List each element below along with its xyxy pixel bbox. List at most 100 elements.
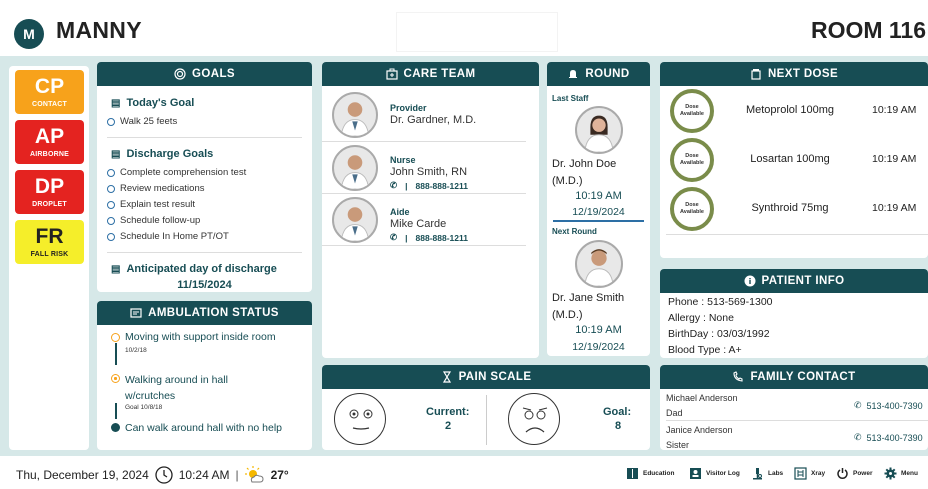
xray-button[interactable]: Xray (794, 467, 825, 480)
flag-fall-risk[interactable]: FR FALL RISK (15, 220, 84, 264)
phone-icon: ✆ (854, 400, 862, 410)
family-contact-header: FAMILY CONTACT (660, 365, 928, 389)
room-number: ROOM 116 (810, 17, 926, 43)
last-round-time: 10:19 AM (575, 190, 622, 202)
member-phone[interactable]: ✆ | 888-888-1211 (390, 180, 468, 191)
flag-code: AP (34, 125, 65, 148)
visitor-log-button[interactable]: Visitor Log (689, 467, 740, 480)
menu-button[interactable]: Menu (884, 467, 918, 480)
next-round-time: 10:19 AM (575, 324, 622, 336)
button-label: Labs (768, 470, 784, 477)
dose-name: Metoprolol 100mg (745, 104, 835, 116)
divider (553, 220, 644, 222)
discharge-item-text: Schedule In Home PT/OT (120, 231, 229, 242)
care-team-member[interactable]: Nurse John Smith, RN ✆ | 888-888-1211 (322, 142, 526, 194)
book-icon (627, 468, 638, 479)
doctor-avatar-icon (332, 197, 378, 243)
discharge-item[interactable]: Explain test result (107, 199, 195, 210)
message-icon (130, 308, 142, 318)
discharge-goals-heading: ▤ Discharge Goals (111, 148, 213, 160)
discharge-goals-title: Discharge Goals (126, 148, 214, 160)
discharge-item-text: Schedule follow-up (120, 215, 201, 226)
dose-time: 10:19 AM (872, 104, 917, 116)
contact-relation: Dad (666, 408, 683, 418)
status-dot-icon (111, 333, 120, 342)
discharge-item[interactable]: Review medications (107, 183, 204, 194)
goal-pain-label: Goal: (603, 406, 632, 418)
power-button[interactable]: Power (836, 467, 873, 480)
phone-number: 888-888-1211 (415, 180, 468, 191)
flag-droplet-precaution[interactable]: DP DROPLET (15, 170, 84, 214)
goal-item[interactable]: Walk 25 feets (107, 116, 177, 127)
member-role: Provider (390, 103, 427, 113)
dose-available-badge: Dose Available (670, 187, 714, 231)
family-contact-card: FAMILY CONTACT Michael Anderson Dad ✆ 513… (660, 365, 928, 450)
current-pain-label: Current: (426, 406, 470, 418)
education-button[interactable]: Education (626, 467, 674, 480)
last-staff-label: Last Staff (552, 94, 589, 103)
patient-allergy: Allergy : None (668, 312, 734, 324)
dose-time: 10:19 AM (872, 202, 917, 214)
discharge-item[interactable]: Schedule follow-up (107, 215, 200, 226)
xray-icon (794, 467, 807, 480)
pill-bottle-icon (751, 69, 761, 80)
labs-button[interactable]: Labs (751, 467, 783, 480)
contact-relation: Sister (666, 440, 690, 450)
ambulation-card: AMBULATION STATUS Moving with support in… (97, 301, 312, 450)
next-dose-header: NEXT DOSE (660, 62, 928, 86)
ambulation-header: AMBULATION STATUS (97, 301, 312, 325)
member-phone[interactable]: ✆ | 888-888-1211 (390, 232, 468, 243)
doctor-avatar-icon (332, 145, 378, 191)
ambulation-title: AMBULATION STATUS (148, 307, 279, 319)
button-label: Education (643, 470, 675, 477)
patient-info-header: PATIENT INFO (660, 269, 928, 293)
phone-icon: ✆ (390, 232, 398, 242)
bell-icon (569, 70, 578, 78)
care-team-member[interactable]: Provider Dr. Gardner, M.D. (322, 90, 526, 142)
pain-scale-card: PAIN SCALE Current: 2 Goal: 8 (322, 365, 650, 450)
contact-phone[interactable]: ✆ 513-400-7390 (854, 432, 923, 443)
goals-header: GOALS (97, 62, 312, 86)
sad-face-icon (508, 393, 560, 445)
last-staff-name: Dr. John Doe (M.D.) (552, 158, 617, 187)
dose-row[interactable]: Dose Available Losartan 100mg 10:19 AM (660, 136, 928, 185)
ambulation-item-text: Moving with support inside room (125, 331, 276, 343)
clock-icon (155, 466, 173, 484)
phone-icon: ✆ (854, 432, 862, 442)
status-dot-icon (111, 374, 120, 383)
todays-goal-heading: ▤ Today's Goal (111, 97, 194, 109)
divider (666, 420, 928, 421)
patient-name: MANNY (56, 17, 142, 43)
separator: | (405, 232, 408, 243)
discharge-item-text: Review medications (120, 183, 205, 194)
member-name: Mike Carde (390, 218, 447, 230)
discharge-item[interactable]: Schedule In Home PT/OT (107, 231, 229, 242)
phone-number: 513-400-7390 (866, 400, 923, 411)
ambulation-item-date: Goal 10/8/18 (125, 404, 163, 411)
gear-icon (884, 467, 897, 480)
member-role: Aide (390, 207, 410, 217)
next-round-label: Next Round (552, 227, 597, 236)
pain-scale-header: PAIN SCALE (322, 365, 650, 389)
flag-label: FALL RISK (30, 251, 69, 258)
microscope-icon (753, 468, 762, 480)
care-team-member[interactable]: Aide Mike Carde ✆ | 888-888-1211 (322, 194, 526, 246)
patient-info-card: PATIENT INFO Phone : 513-569-1300 Allerg… (660, 269, 928, 358)
timeline-line (115, 403, 117, 419)
discharge-item-text: Explain test result (120, 199, 195, 210)
flag-code: CP (34, 75, 65, 98)
phone-number: 888-888-1211 (415, 232, 468, 243)
contact-name: Michael Anderson (666, 393, 738, 403)
care-team-header: CARE TEAM (322, 62, 539, 86)
divider (107, 137, 302, 138)
dose-row[interactable]: Dose Available Metoprolol 100mg 10:19 AM (660, 87, 928, 136)
contact-phone[interactable]: ✆ 513-400-7390 (854, 400, 923, 411)
flag-airborne-precaution[interactable]: AP AIRBORNE (15, 120, 84, 164)
flag-contact-precaution[interactable]: CP CONTACT (15, 70, 84, 114)
footer-temperature: 27° (270, 468, 289, 482)
dose-row[interactable]: Dose Available Synthroid 75mg 10:19 AM (660, 185, 928, 234)
family-member: Michael Anderson Dad (666, 392, 738, 419)
discharge-item[interactable]: Complete comprehension test (107, 167, 246, 178)
calendar-icon: ▤ (111, 263, 121, 275)
power-icon (837, 468, 848, 479)
